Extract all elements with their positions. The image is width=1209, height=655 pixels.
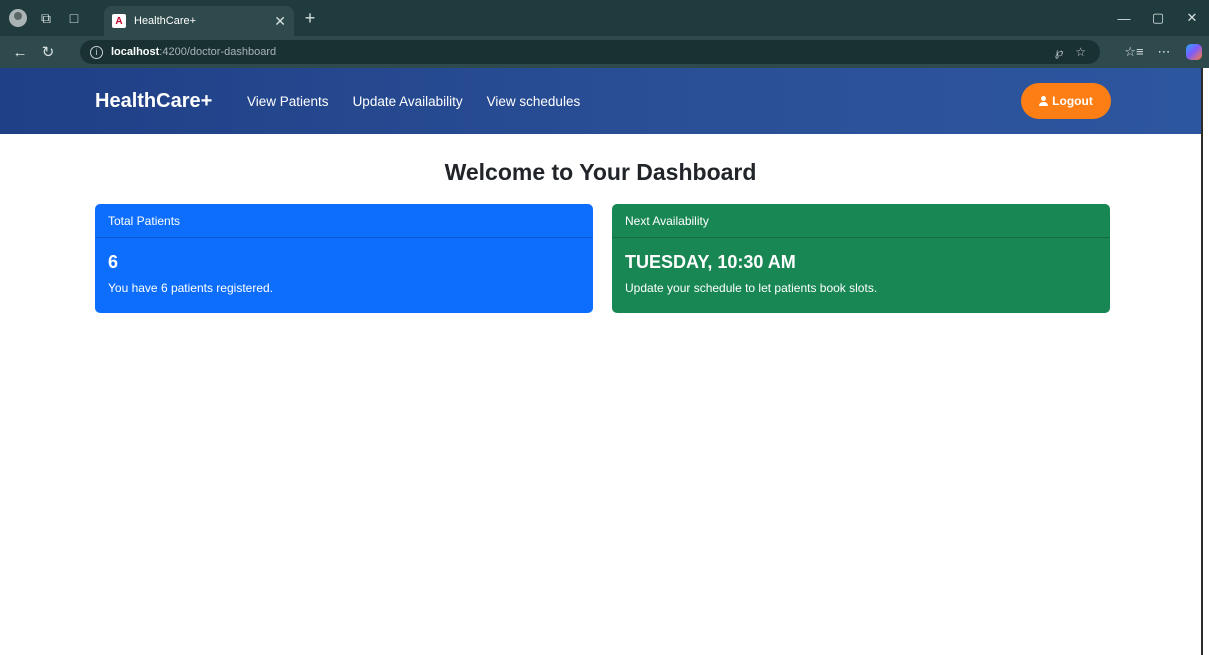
close-window-icon[interactable]: ✕ xyxy=(1175,0,1209,36)
browser-toolbar: ☆≡ ⋯ xyxy=(1119,36,1209,68)
refresh-icon[interactable]: ↻ xyxy=(34,36,62,68)
workspaces-icon[interactable]: ⧉ xyxy=(32,0,60,36)
page-title: Welcome to Your Dashboard xyxy=(444,159,757,185)
more-menu-icon[interactable]: ⋯ xyxy=(1149,36,1179,68)
card-header: Total Patients xyxy=(95,204,593,238)
app-navbar: HealthCare+ View Patients Update Availab… xyxy=(0,68,1201,134)
window-controls: — ▢ ✕ xyxy=(1107,0,1209,36)
nav-links: View Patients Update Availability View s… xyxy=(247,94,580,109)
card-text: Update your schedule to let patients boo… xyxy=(625,281,878,295)
back-arrow-icon[interactable]: ← xyxy=(6,36,34,68)
nav-view-patients[interactable]: View Patients xyxy=(247,94,329,109)
card-body: 6 You have 6 patients registered. xyxy=(95,238,593,295)
card-header: Next Availability xyxy=(612,204,1110,238)
card-body: TUESDAY, 10:30 AM Update your schedule t… xyxy=(612,238,1110,295)
read-aloud-icon[interactable]: ℘ xyxy=(1055,45,1063,59)
nav-update-availability[interactable]: Update Availability xyxy=(353,94,463,109)
next-availability-card: Next Availability TUESDAY, 10:30 AM Upda… xyxy=(612,204,1110,313)
new-tab-button[interactable]: + xyxy=(300,8,320,28)
browser-tab-active[interactable]: A HealthCare+ ✕ xyxy=(104,6,294,36)
logout-label: Logout xyxy=(1052,94,1093,108)
copilot-icon[interactable] xyxy=(1179,36,1209,68)
browser-address-bar: ← ↻ i localhost :4200/doctor-dashboard ℘… xyxy=(0,36,1209,68)
restore-icon[interactable]: ▢ xyxy=(1141,0,1175,36)
next-availability-time: TUESDAY, 10:30 AM xyxy=(625,252,796,272)
url-path: :4200/doctor-dashboard xyxy=(159,46,277,58)
scrollbar[interactable] xyxy=(1201,68,1209,655)
user-icon xyxy=(1039,96,1049,106)
total-patients-card: Total Patients 6 You have 6 patients reg… xyxy=(95,204,593,313)
favorites-icon[interactable]: ☆≡ xyxy=(1119,36,1149,68)
site-info-icon[interactable]: i xyxy=(90,45,103,59)
card-text: You have 6 patients registered. xyxy=(108,281,274,295)
logout-button[interactable]: Logout xyxy=(1021,83,1111,119)
page-viewport: HealthCare+ View Patients Update Availab… xyxy=(0,68,1201,655)
angular-favicon-icon: A xyxy=(112,14,126,28)
patient-count: 6 xyxy=(108,252,119,272)
tab-title: HealthCare+ xyxy=(134,15,197,27)
url-field[interactable]: i localhost :4200/doctor-dashboard ℘ ☆ xyxy=(80,40,1100,64)
nav-view-schedules[interactable]: View schedules xyxy=(487,94,581,109)
brand-logo[interactable]: HealthCare+ xyxy=(95,90,212,113)
minimize-icon[interactable]: — xyxy=(1107,0,1141,36)
tab-close-icon[interactable]: ✕ xyxy=(274,13,286,30)
url-tools: ℘ ☆ xyxy=(1055,40,1086,64)
favorite-star-icon[interactable]: ☆ xyxy=(1075,45,1086,59)
url-host: localhost xyxy=(111,46,160,58)
tab-actions-icon[interactable]: □ xyxy=(60,0,88,36)
browser-tab-strip: ⧉ □ A HealthCare+ ✕ + — ▢ ✕ xyxy=(0,0,1209,36)
profile-avatar-icon[interactable] xyxy=(4,0,32,36)
